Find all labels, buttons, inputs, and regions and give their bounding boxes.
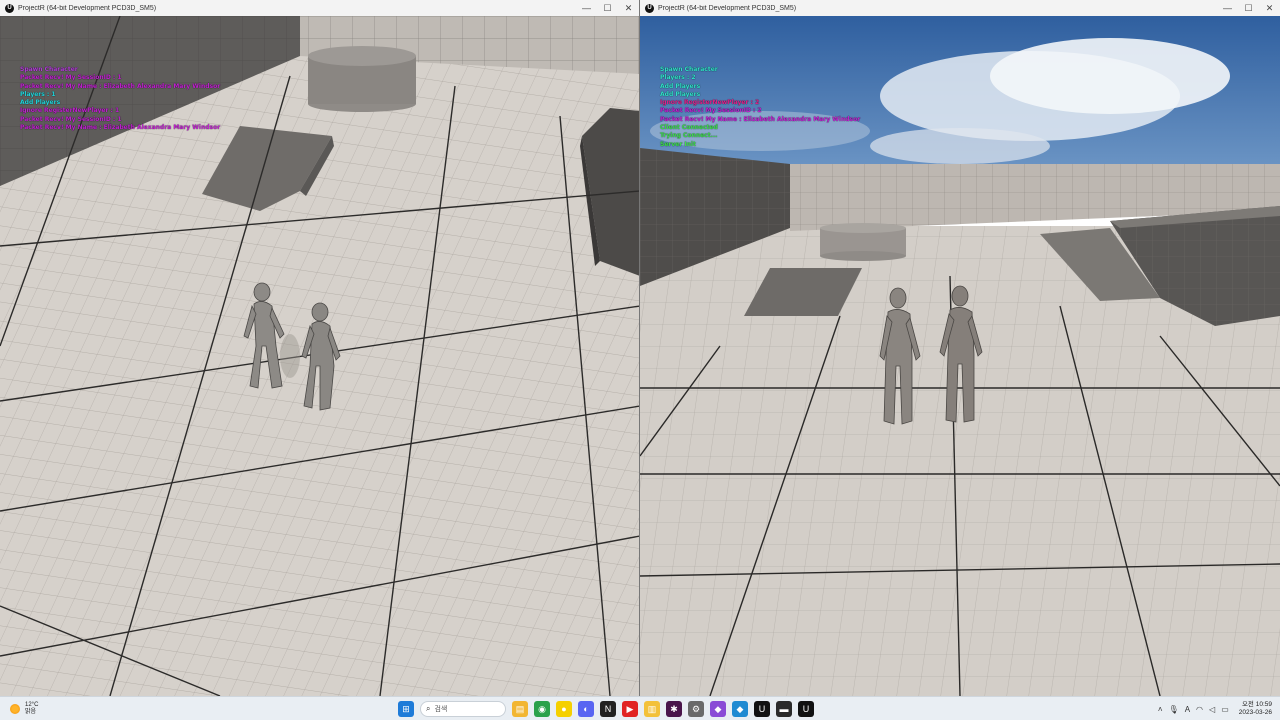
log-line: Trying Connect... [660, 132, 718, 140]
terminal-icon[interactable]: ▬ [776, 701, 792, 717]
debug-log: Spawn Character Players : 2 Add Players … [660, 66, 860, 149]
desktop: U ProjectR (64-bit Development PCD3D_SM5… [0, 0, 1280, 720]
chevron-up-icon[interactable]: ˄ [1158, 705, 1163, 714]
log-line: Packet Recv! My Name : Elizabeth Alexand… [20, 124, 221, 132]
notion-icon[interactable]: N [600, 701, 616, 717]
debug-log: Spawn Character Packet Recv! My SessionI… [20, 66, 220, 132]
kakaotalk-icon[interactable]: ● [556, 701, 572, 717]
log-line: Packet Recv! My Name : Elizabeth Alexand… [660, 115, 861, 123]
volume-icon[interactable]: ◁ [1209, 705, 1215, 714]
microphone-icon[interactable]: 🎙 [1169, 705, 1179, 714]
windows-start-icon[interactable]: ⊞ [398, 701, 414, 717]
language-icon[interactable]: A [1185, 705, 1190, 714]
chrome-icon[interactable]: ◉ [534, 701, 550, 717]
weather-desc: 맑음 [25, 708, 37, 715]
taskbar-apps: ⊞ ⌕ 검색 ▤ ◉ ● ◐ N ▶ ▥ ✱ ⚙ ◆ ◆ U ▬ U [398, 699, 820, 719]
window-title: ProjectR (64-bit Development PCD3D_SM5) [18, 4, 157, 12]
clock-date: 2023-03-26 [1238, 709, 1272, 716]
clock[interactable]: 오전 10:59 2023-03-26 [1239, 701, 1272, 717]
unreal-logo-icon: U [5, 3, 14, 13]
log-line: Packet Recv! My Name : Elizabeth Alexand… [20, 82, 221, 90]
log-line: Packet Recv! My SessionID : 1 [20, 115, 122, 123]
log-line: Add Players [660, 82, 701, 90]
game-viewport[interactable]: Spawn Character Packet Recv! My SessionI… [0, 16, 639, 696]
search-icon: ⌕ [426, 704, 431, 713]
log-line: Players : 1 [20, 90, 56, 98]
titlebar[interactable]: U ProjectR (64-bit Development PCD3D_SM5… [0, 0, 639, 16]
unreal-logo-icon: U [645, 3, 654, 13]
taskbar: 12°C 맑음 ⊞ ⌕ 검색 ▤ ◉ ● ◐ N ▶ ▥ ✱ ⚙ ◆ ◆ U ▬… [0, 696, 1280, 720]
system-tray: ˄ 🎙 A ◠ ◁ ▭ 오전 10:59 2023-03-26 [1152, 699, 1272, 719]
visual-studio-icon[interactable]: ◆ [710, 701, 726, 717]
game-window-right[interactable]: U ProjectR (64-bit Development PCD3D_SM5… [640, 0, 1280, 696]
log-line: Packet Recv! My SessionID : 2 [660, 107, 762, 115]
log-line: Ignore RegisterNewPlayer : 1 [20, 107, 120, 115]
discord-icon[interactable]: ◐ [578, 701, 594, 717]
vscode-icon[interactable]: ◆ [732, 701, 748, 717]
battery-icon[interactable]: ▭ [1221, 705, 1229, 714]
game-window-left[interactable]: U ProjectR (64-bit Development PCD3D_SM5… [0, 0, 640, 696]
notes-icon[interactable]: ▥ [644, 701, 660, 717]
maximize-button[interactable]: ☐ [597, 0, 618, 16]
unreal-game-icon[interactable]: U [798, 701, 814, 717]
search-input[interactable]: ⌕ 검색 [420, 701, 506, 717]
minimize-button[interactable]: — [576, 0, 597, 16]
window-title: ProjectR (64-bit Development PCD3D_SM5) [658, 4, 797, 12]
maximize-button[interactable]: ☐ [1238, 0, 1259, 16]
sun-icon [10, 703, 20, 714]
game-viewport[interactable]: Spawn Character Players : 2 Add Players … [640, 16, 1280, 696]
slack-icon[interactable]: ✱ [666, 701, 682, 717]
youtube-music-icon[interactable]: ▶ [622, 701, 638, 717]
log-line: Players : 2 [660, 74, 696, 82]
log-line: Add Players [660, 90, 701, 98]
titlebar[interactable]: U ProjectR (64-bit Development PCD3D_SM5… [640, 0, 1280, 16]
log-line: Packet Recv! My SessionID : 1 [20, 74, 122, 82]
wifi-icon[interactable]: ◠ [1196, 705, 1203, 714]
weather-widget[interactable]: 12°C 맑음 [10, 702, 80, 716]
close-button[interactable]: ✕ [618, 0, 639, 16]
log-line: Server Init [660, 140, 696, 148]
close-button[interactable]: ✕ [1259, 0, 1280, 16]
file-explorer-icon[interactable]: ▤ [512, 701, 528, 717]
search-placeholder: 검색 [434, 706, 448, 713]
settings-icon[interactable]: ⚙ [688, 701, 704, 717]
unreal-editor-icon[interactable]: U [754, 701, 770, 717]
weather-temp: 12°C [25, 701, 39, 708]
minimize-button[interactable]: — [1217, 0, 1238, 16]
clock-time: 오전 10:59 [1241, 701, 1272, 708]
